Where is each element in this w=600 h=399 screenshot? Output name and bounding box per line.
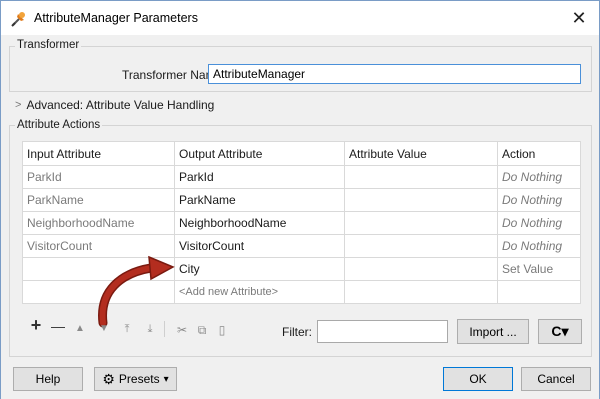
advanced-label: Advanced: Attribute Value Handling bbox=[26, 98, 215, 112]
filter-input[interactable] bbox=[317, 320, 448, 343]
close-button[interactable]: ✕ bbox=[559, 1, 599, 35]
copy-icon[interactable]: ⧉ bbox=[193, 323, 211, 338]
attribute-value-cell[interactable] bbox=[344, 211, 498, 235]
chevron-right-icon: > bbox=[15, 99, 22, 111]
add-new-value-cell[interactable] bbox=[344, 280, 498, 304]
action-cell[interactable]: Do Nothing bbox=[497, 211, 581, 235]
filter-label: Filter: bbox=[282, 325, 312, 339]
attribute-value-cell[interactable] bbox=[344, 165, 498, 189]
dialog-title: AttributeManager Parameters bbox=[34, 11, 198, 25]
attribute-manager-app-icon bbox=[10, 10, 28, 28]
move-down-icon[interactable]: ▼ bbox=[95, 323, 113, 334]
column-header-action[interactable]: Action bbox=[497, 141, 581, 166]
attribute-actions-label: Attribute Actions bbox=[15, 119, 103, 131]
add-new-action-cell[interactable] bbox=[497, 280, 581, 304]
move-to-top-icon[interactable]: ⤒ bbox=[118, 323, 136, 336]
gear-icon: ⚙ bbox=[102, 370, 115, 387]
output-attribute-cell[interactable]: NeighborhoodName bbox=[174, 211, 345, 235]
action-cell[interactable]: Do Nothing bbox=[497, 165, 581, 189]
paste-icon[interactable]: ▯ bbox=[213, 323, 231, 337]
title-bar: AttributeManager Parameters ✕ bbox=[1, 1, 599, 35]
presets-label: Presets bbox=[118, 372, 160, 386]
input-attribute-cell[interactable]: ParkName bbox=[22, 188, 175, 212]
output-attribute-cell[interactable]: ParkName bbox=[174, 188, 345, 212]
table-header-row: Input Attribute Output Attribute Attribu… bbox=[22, 141, 581, 166]
add-new-attribute-cell[interactable]: <Add new Attribute> bbox=[174, 280, 345, 304]
table-row[interactable]: ParkName ParkName Do Nothing bbox=[22, 188, 581, 212]
attribute-value-cell[interactable] bbox=[344, 188, 498, 212]
cancel-button[interactable]: Cancel bbox=[521, 367, 591, 391]
refresh-menu-button[interactable]: C▾ bbox=[538, 319, 582, 344]
toolbar-separator bbox=[164, 321, 165, 337]
dialog-window: AttributeManager Parameters ✕ Transforme… bbox=[0, 0, 600, 399]
input-attribute-cell[interactable]: ParkId bbox=[22, 165, 175, 189]
column-header-value[interactable]: Attribute Value bbox=[344, 141, 498, 166]
remove-icon[interactable]: — bbox=[49, 318, 67, 334]
action-cell[interactable]: Do Nothing bbox=[497, 188, 581, 212]
import-button[interactable]: Import ... bbox=[457, 319, 529, 344]
input-attribute-cell[interactable]: NeighborhoodName bbox=[22, 211, 175, 235]
help-button[interactable]: Help bbox=[13, 367, 83, 391]
advanced-expander[interactable]: > Advanced: Attribute Value Handling bbox=[15, 98, 214, 112]
ok-button[interactable]: OK bbox=[443, 367, 513, 391]
presets-button[interactable]: ⚙ Presets ▾ bbox=[94, 367, 177, 391]
transformer-group-label: Transformer bbox=[15, 39, 82, 51]
cut-icon[interactable]: ✂ bbox=[173, 323, 191, 337]
output-attribute-cell[interactable]: City bbox=[174, 257, 345, 281]
table-row[interactable]: ParkId ParkId Do Nothing bbox=[22, 165, 581, 189]
annotation-arrow bbox=[98, 255, 175, 328]
transformer-name-input[interactable] bbox=[208, 64, 581, 84]
action-cell[interactable]: Do Nothing bbox=[497, 234, 581, 258]
action-cell[interactable]: Set Value bbox=[497, 257, 581, 281]
attribute-value-cell[interactable] bbox=[344, 234, 498, 258]
move-to-bottom-icon[interactable]: ⤓ bbox=[141, 323, 159, 336]
chevron-down-icon: ▾ bbox=[163, 373, 169, 385]
add-icon[interactable]: + bbox=[27, 315, 45, 336]
attribute-value-cell[interactable] bbox=[344, 257, 498, 281]
move-up-icon[interactable]: ▲ bbox=[71, 323, 89, 334]
column-header-input[interactable]: Input Attribute bbox=[22, 141, 175, 166]
column-header-output[interactable]: Output Attribute bbox=[174, 141, 345, 166]
output-attribute-cell[interactable]: VisitorCount bbox=[174, 234, 345, 258]
output-attribute-cell[interactable]: ParkId bbox=[174, 165, 345, 189]
table-row[interactable]: NeighborhoodName NeighborhoodName Do Not… bbox=[22, 211, 581, 235]
